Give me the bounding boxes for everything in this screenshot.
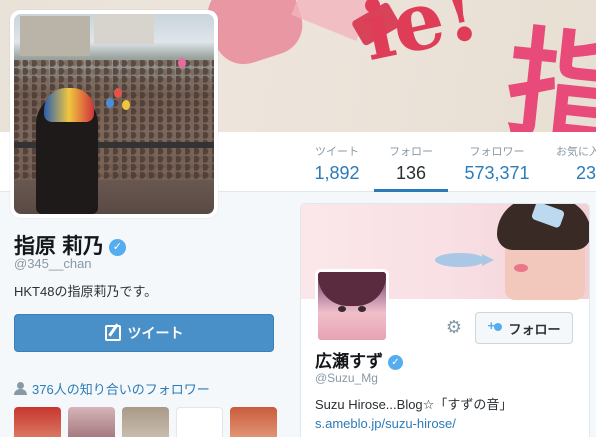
tab-favorites-count: 23 bbox=[576, 163, 596, 183]
profile-photo bbox=[14, 14, 214, 214]
suggested-user-bio-text: Suzu Hirose...Blog☆「すずの音」 bbox=[315, 397, 513, 412]
follow-person-icon bbox=[487, 318, 503, 334]
follower-avatar[interactable] bbox=[68, 407, 115, 437]
verified-icon: ✓ bbox=[388, 355, 403, 370]
profile-handle[interactable]: @345__chan bbox=[14, 256, 92, 271]
gear-icon[interactable]: ⚙ bbox=[445, 318, 463, 336]
tab-tweets[interactable]: ツイート 1,892 bbox=[312, 132, 362, 192]
followers-you-know-list bbox=[14, 407, 277, 437]
tweet-button[interactable]: ツイート bbox=[14, 314, 274, 352]
twitter-profile-page: ie! 指 ツイート 1,892 フォロー 136 フォロワー 573,371 … bbox=[0, 0, 596, 437]
person-icon bbox=[14, 382, 27, 395]
follower-avatar[interactable] bbox=[230, 407, 277, 437]
tab-following-count: 136 bbox=[395, 163, 427, 183]
suggested-user-card: ⚙ フォロー 広瀬すず ✓ @Suzu_Mg Suzu Hirose...Blog… bbox=[300, 203, 590, 437]
banner-text-left: ie! bbox=[353, 0, 487, 80]
tab-tweets-label: ツイート bbox=[315, 146, 359, 158]
tab-tweets-count: 1,892 bbox=[314, 163, 360, 183]
follower-avatar[interactable] bbox=[14, 407, 61, 437]
followers-you-know-label: 376人の知り合いのフォロワー bbox=[32, 382, 210, 397]
suggested-user-bio: Suzu Hirose...Blog☆「すずの音」 s.ameblo.jp/su… bbox=[315, 395, 581, 433]
quill-icon bbox=[104, 325, 121, 341]
tweet-button-label: ツイート bbox=[127, 325, 184, 341]
tab-following-label: フォロー bbox=[389, 146, 433, 158]
follow-button[interactable]: フォロー bbox=[475, 312, 573, 344]
verified-icon: ✓ bbox=[108, 239, 126, 256]
suggested-user-name[interactable]: 広瀬すず ✓ bbox=[315, 347, 403, 372]
tab-following[interactable]: フォロー 136 bbox=[374, 132, 448, 192]
tab-followers-count: 573,371 bbox=[464, 163, 530, 183]
profile-avatar[interactable] bbox=[10, 10, 218, 218]
suggested-user-bio-link[interactable]: s.ameblo.jp/suzu-hirose/ bbox=[315, 416, 456, 431]
tab-followers[interactable]: フォロワー 573,371 bbox=[462, 132, 532, 192]
suggested-user-avatar[interactable] bbox=[315, 269, 389, 343]
follower-avatar[interactable] bbox=[176, 407, 223, 437]
banner-text-right: 指 bbox=[500, 12, 596, 132]
tab-followers-label: フォロワー bbox=[469, 146, 525, 158]
follower-avatar[interactable] bbox=[122, 407, 169, 437]
tab-favorites[interactable]: お気に入 23 bbox=[556, 132, 596, 192]
suggested-user-handle[interactable]: @Suzu_Mg bbox=[315, 371, 378, 385]
follow-button-label: フォロー bbox=[508, 321, 561, 337]
followers-you-know-link[interactable]: 376人の知り合いのフォロワー bbox=[14, 379, 210, 398]
profile-name-text: 指原 莉乃 bbox=[14, 235, 104, 258]
profile-bio: HKT48の指原莉乃です。 bbox=[14, 284, 158, 299]
tab-favorites-label: お気に入 bbox=[556, 146, 596, 158]
suggested-user-name-text: 広瀬すず bbox=[315, 352, 383, 371]
